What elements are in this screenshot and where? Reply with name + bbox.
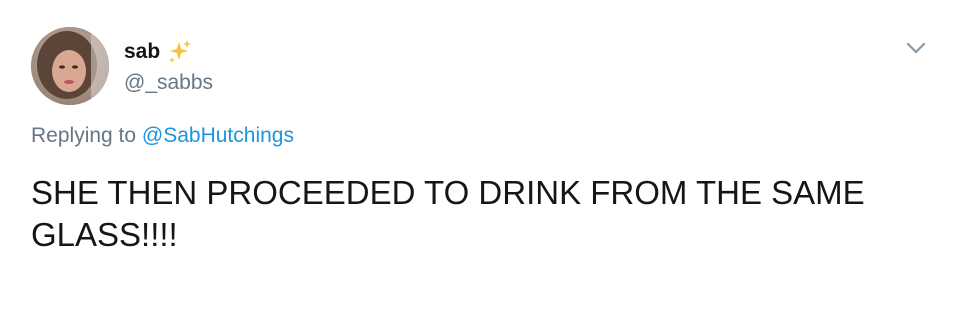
display-name-row[interactable]: sab (124, 38, 194, 66)
replying-to: Replying to @SabHutchings (31, 122, 294, 150)
display-name[interactable]: sab (124, 39, 160, 65)
sparkles-icon (166, 38, 194, 66)
avatar[interactable] (31, 27, 109, 105)
chevron-down-icon[interactable] (904, 38, 928, 58)
tweet-card: sab @_sabbs Replying to @SabHutchings SH… (0, 0, 966, 314)
reply-mention-link[interactable]: @SabHutchings (142, 124, 294, 147)
avatar-photo (31, 27, 109, 105)
user-handle[interactable]: @_sabbs (124, 70, 213, 96)
replying-to-label: Replying to (31, 124, 137, 147)
tweet-text: SHE THEN PROCEEDED TO DRINK FROM THE SAM… (31, 174, 865, 253)
